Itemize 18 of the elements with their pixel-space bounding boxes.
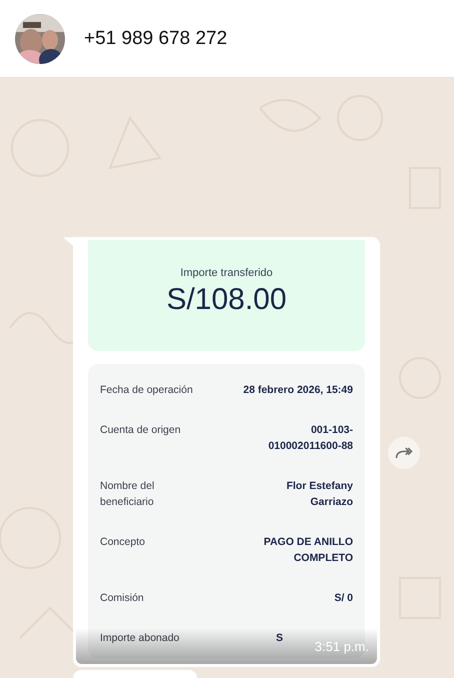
detail-label: Importe abonado [100,631,180,646]
detail-label: Concepto [100,535,145,550]
forward-button[interactable] [388,437,420,469]
detail-value: 28 febrero 2026, 15:49 [243,383,353,398]
detail-label: Cuenta de origen [100,423,181,438]
detail-label: Comisión [100,591,144,606]
detail-value: 001-103- 010002011600-88 [268,423,353,454]
timestamp: 3:51 p.m. [314,639,369,654]
detail-value: PAGO DE ANILLO COMPLETO [264,535,353,566]
detail-label: Nombre del beneficiario [100,479,154,510]
image-message[interactable] [73,237,380,667]
amount-label: Importe transferido [180,267,273,279]
detail-label: Fecha de operación [100,383,193,398]
amount: S/108.00 [166,283,287,317]
detail-value: S/ 0 [334,591,353,606]
detail-value: S [276,631,283,646]
contact-name[interactable]: +51 989 678 272 [84,28,228,50]
detail-value: Flor Estefany Garriazo [286,479,353,510]
